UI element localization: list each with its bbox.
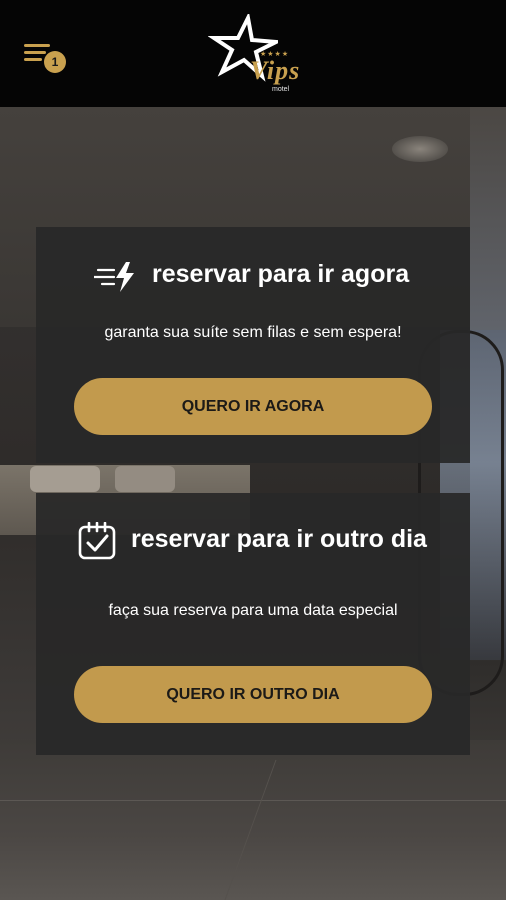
menu-lines-icon [24,44,50,47]
menu-lines-icon [24,58,42,61]
go-other-day-button[interactable]: QUERO IR OUTRO DIA [74,666,432,723]
top-bar: 1 ★★★★ Vips motel [0,0,506,107]
ceiling-lamp [392,136,448,162]
card-subtitle: garanta sua suíte sem filas e sem espera… [104,324,402,341]
pillow [30,466,100,492]
card-title: reservar para ir outro dia [131,525,427,553]
logo-text: Vips [250,56,301,85]
card-title: reservar para ir agora [152,260,410,288]
vips-motel-logo: ★★★★ Vips motel [208,14,300,94]
reserve-other-day-card: reservar para ir outro dia faça sua rese… [36,493,470,755]
notification-badge: 1 [44,51,66,73]
menu-button[interactable]: 1 [24,42,68,76]
logo-subtext: motel [272,86,290,93]
reserve-now-card: reservar para ir agora garanta sua suíte… [36,227,470,463]
floor-line [0,800,506,801]
pillow [115,466,175,492]
menu-lines-icon [24,51,46,54]
calendar-check-icon [78,522,116,560]
go-now-button[interactable]: QUERO IR AGORA [74,378,432,435]
lightning-icon [94,262,134,292]
card-subtitle: faça sua reserva para uma data especial [108,602,398,619]
